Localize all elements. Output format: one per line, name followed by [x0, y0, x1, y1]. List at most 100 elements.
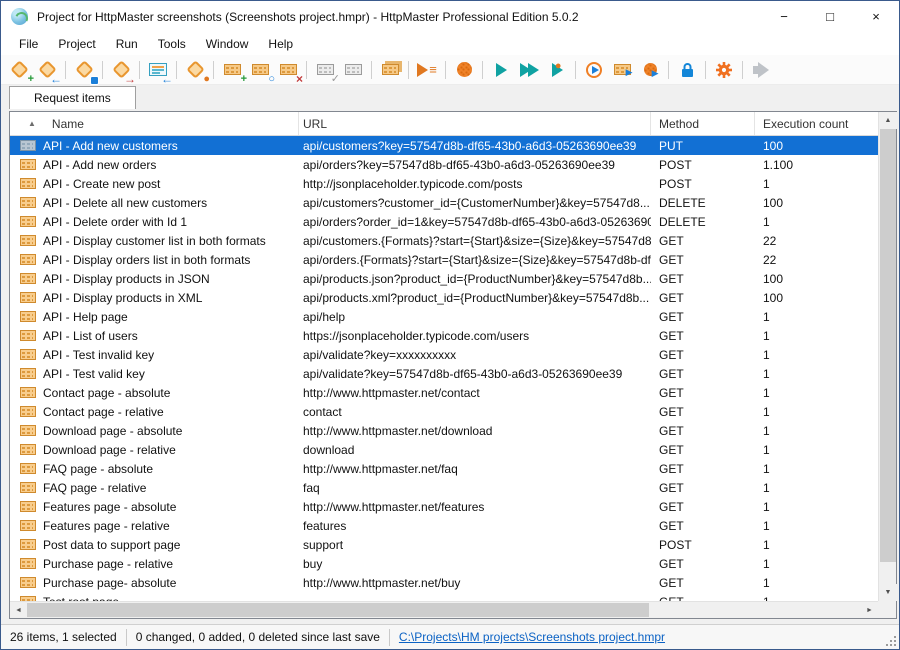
item-count: 1	[763, 328, 770, 343]
item-count: 1	[763, 423, 770, 438]
request-item-icon	[20, 444, 36, 455]
item-url: contact	[303, 404, 342, 419]
security-button[interactable]	[674, 57, 700, 83]
execute-selected-button[interactable]	[581, 57, 607, 83]
table-row[interactable]: API - Test valid key api/validate?key=575…	[10, 364, 878, 383]
table-row[interactable]: Features page - relative features GET 1	[10, 516, 878, 535]
item-url: http://www.httpmaster.net/features	[303, 499, 485, 514]
toolbar-separator	[482, 60, 483, 79]
horizontal-scrollbar[interactable]: ◄ ►	[10, 601, 878, 618]
menu-file[interactable]: File	[9, 34, 48, 54]
column-header-method[interactable]: Method	[651, 112, 755, 135]
scroll-down-icon[interactable]: ▼	[879, 584, 897, 601]
menu-run[interactable]: Run	[106, 34, 148, 54]
tab-request-items[interactable]: Request items	[9, 86, 136, 109]
cell-name: API - Add new orders	[10, 158, 299, 172]
table-row[interactable]: API - Delete all new customers api/custom…	[10, 193, 878, 212]
table-row[interactable]: API - Add new orders api/orders?key=57547…	[10, 155, 878, 174]
project-notes-button[interactable]: ←	[145, 57, 173, 85]
table-row[interactable]: Download page - relative download GET 1	[10, 440, 878, 459]
item-method: GET	[659, 233, 684, 248]
table-row[interactable]: FAQ page - absolute http://www.httpmaster…	[10, 459, 878, 478]
table-row[interactable]: API - Help page api/help GET 1	[10, 307, 878, 326]
edit-request-item-button[interactable]: ○	[247, 57, 275, 84]
scroll-left-icon[interactable]: ◄	[10, 602, 27, 618]
horizontal-scroll-thumb[interactable]	[27, 603, 649, 617]
tab-strip: Request items	[1, 86, 899, 109]
play-with-data-icon: ●	[551, 60, 563, 77]
request-item-icon	[20, 425, 36, 436]
play-list-icon: ≡	[417, 62, 437, 77]
minimize-button[interactable]: −	[761, 1, 807, 32]
vertical-scrollbar[interactable]: ▲ ▼	[878, 112, 897, 601]
item-method: GET	[659, 423, 684, 438]
table-row[interactable]: API - Test invalid key api/validate?key=x…	[10, 345, 878, 364]
item-name: API - Add new orders	[43, 157, 157, 172]
column-header-name[interactable]: ▲ Name	[10, 112, 299, 135]
execute-all-items-button[interactable]	[516, 57, 542, 83]
column-header-count[interactable]: Execution count	[755, 112, 878, 135]
table-row[interactable]: API - Display products in XML api/product…	[10, 288, 878, 307]
status-selection: 26 items, 1 selected	[1, 628, 127, 646]
play-all-icon	[519, 62, 539, 77]
table-row[interactable]: Contact page - absolute http://www.httpma…	[10, 383, 878, 402]
arrow-left-badge-icon: ←	[50, 71, 62, 86]
cell-name: API - Add new customers	[10, 139, 299, 153]
item-count: 1	[763, 176, 770, 191]
request-item-icon	[20, 501, 36, 512]
group-request-items-button[interactable]	[377, 57, 403, 83]
table-row[interactable]: Post data to support page support POST 1	[10, 535, 878, 554]
open-project-button[interactable]: ←	[34, 57, 62, 86]
menu-bar: File Project Run Tools Window Help	[1, 32, 899, 55]
project-file-link[interactable]: C:\Projects\HM projects\Screenshots proj…	[399, 630, 665, 644]
item-count: 100	[763, 138, 784, 153]
execute-generator-button[interactable]: ▶	[637, 57, 663, 83]
table-row[interactable]: Purchase page- absolute http://www.httpma…	[10, 573, 878, 592]
menu-help[interactable]: Help	[258, 34, 303, 54]
request-item-icon	[20, 197, 36, 208]
options-button[interactable]	[711, 57, 737, 83]
window-title: Project for HttpMaster screenshots (Scre…	[37, 9, 579, 24]
delete-request-item-button[interactable]: ×	[275, 57, 303, 85]
request-item-icon	[20, 311, 36, 322]
item-count: 1	[763, 442, 770, 457]
close-button[interactable]: ×	[853, 1, 899, 32]
execute-item-button[interactable]: ▶	[609, 57, 635, 83]
table-row[interactable]: Test root pageGET1	[10, 592, 878, 601]
data-generator-button[interactable]	[451, 57, 477, 83]
new-project-button[interactable]: +	[6, 57, 34, 84]
scroll-right-icon[interactable]: ►	[861, 602, 878, 618]
request-item-icon	[20, 216, 36, 227]
resize-grip[interactable]	[885, 635, 897, 647]
table-row[interactable]: API - Display orders list in both format…	[10, 250, 878, 269]
table-row[interactable]: Features page - absolute http://www.httpm…	[10, 497, 878, 516]
execute-project-button[interactable]	[488, 57, 514, 83]
table-row[interactable]: FAQ page - relative faq GET 1	[10, 478, 878, 497]
table-row[interactable]: Contact page - relative contact GET 1	[10, 402, 878, 421]
table-row[interactable]: API - Display customer list in both form…	[10, 231, 878, 250]
close-project-button[interactable]: →	[108, 57, 136, 85]
table-row[interactable]: Download page - absolute http://www.httpm…	[10, 421, 878, 440]
table-row[interactable]: API - Create new post http://jsonplacehol…	[10, 174, 878, 193]
maximize-button[interactable]: □	[807, 1, 853, 32]
column-header-url[interactable]: URL	[299, 112, 651, 135]
save-project-button[interactable]	[71, 57, 99, 85]
menu-tools[interactable]: Tools	[148, 34, 196, 54]
vertical-scroll-thumb[interactable]	[880, 129, 896, 562]
generator-play-icon: ▶	[643, 63, 659, 78]
item-url: api/validate?key=57547d8b-df65-43b0-a6d3…	[303, 366, 623, 381]
table-row[interactable]: Purchase page - relative buy GET 1	[10, 554, 878, 573]
execute-with-data-button[interactable]: ●	[544, 57, 570, 83]
request-item-icon	[20, 159, 36, 170]
table-row[interactable]: API - Display products in JSON api/produc…	[10, 269, 878, 288]
project-properties-button[interactable]: ●	[182, 57, 210, 84]
menu-window[interactable]: Window	[196, 34, 259, 54]
table-row[interactable]: API - List of users https://jsonplacehold…	[10, 326, 878, 345]
scroll-up-icon[interactable]: ▲	[879, 112, 897, 129]
menu-project[interactable]: Project	[48, 34, 105, 54]
table-row[interactable]: API - Add new customers api/customers?key…	[10, 136, 878, 155]
add-request-item-button[interactable]: +	[219, 57, 247, 84]
table-row[interactable]: API - Delete order with Id 1 api/orders?o…	[10, 212, 878, 231]
play-icon	[495, 62, 507, 77]
execution-sequence-button[interactable]: ≡	[414, 57, 440, 83]
